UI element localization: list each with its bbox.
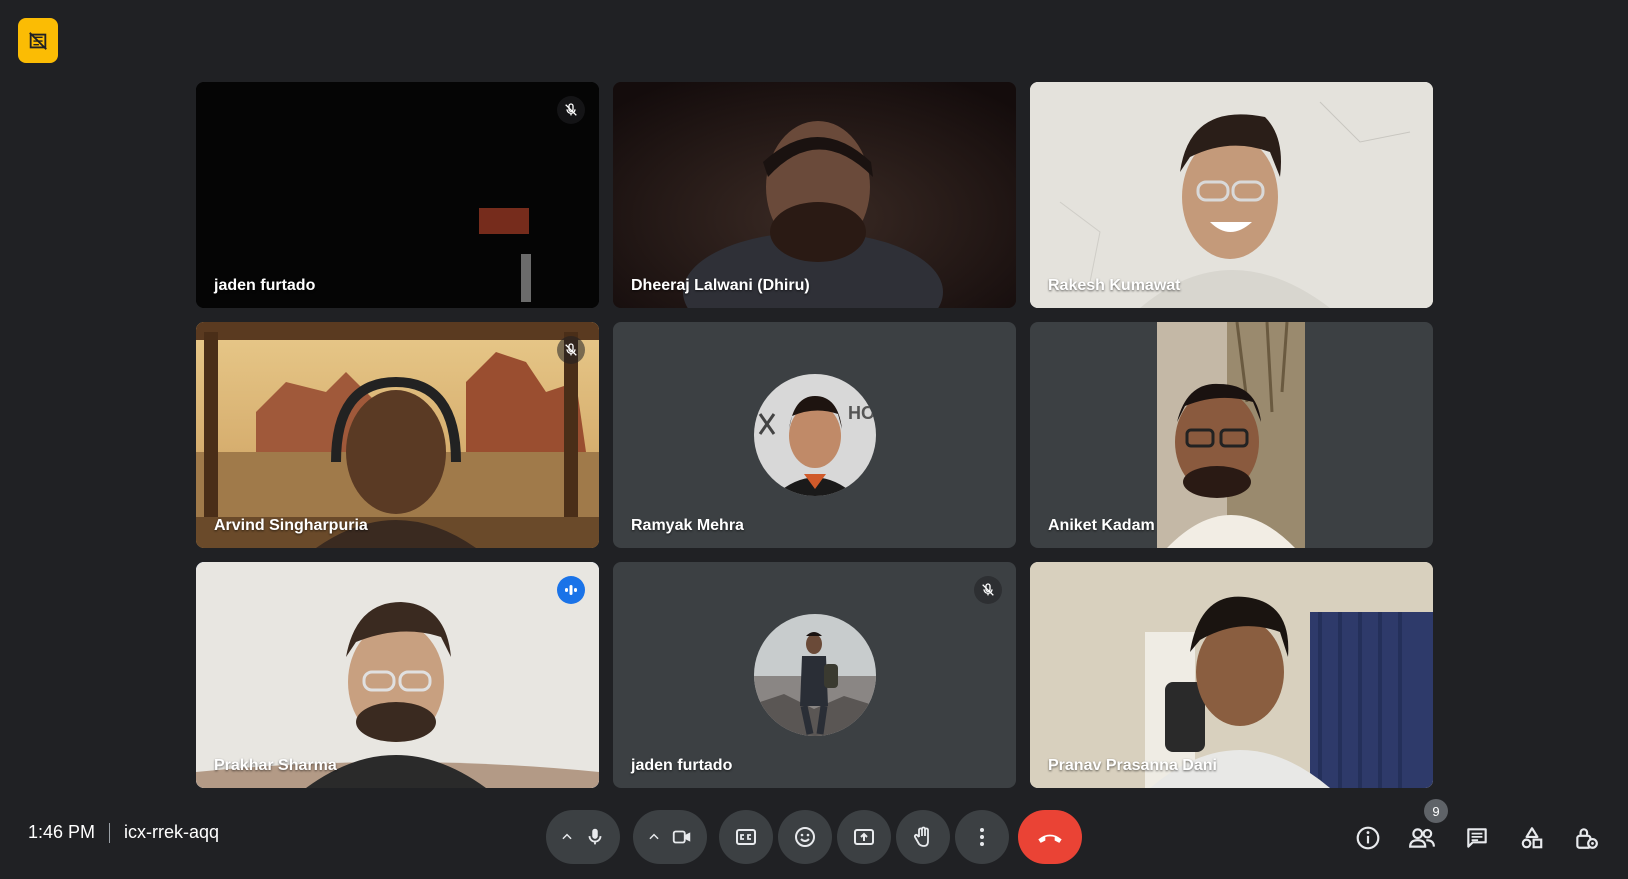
participant-tile[interactable]: Pranav Prasanna Dani xyxy=(1030,562,1433,788)
camera-control xyxy=(633,810,707,864)
video-feed xyxy=(1030,82,1433,308)
present-screen-icon xyxy=(854,829,874,845)
mic-off-icon xyxy=(565,343,577,356)
participant-tile[interactable]: jaden furtado xyxy=(613,562,1016,788)
participant-tile[interactable]: Rakesh Kumawat xyxy=(1030,82,1433,308)
mic-off-icon xyxy=(982,583,994,596)
host-lock-icon xyxy=(1576,828,1598,849)
participant-name: Ramyak Mehra xyxy=(631,517,744,534)
participant-name: Pranav Prasanna Dani xyxy=(1048,757,1217,774)
mic-off-icon xyxy=(565,103,577,116)
mic-muted-indicator xyxy=(557,336,585,364)
avatar xyxy=(753,614,876,736)
more-options-button[interactable] xyxy=(955,810,1009,864)
avatar-image xyxy=(753,614,876,736)
chevron-up-icon[interactable] xyxy=(647,830,661,844)
info-icon xyxy=(1356,826,1380,850)
clock: 1:46 PM xyxy=(28,822,96,842)
emoji-icon xyxy=(795,827,815,847)
participant-name: Arvind Singharpuria xyxy=(214,517,368,534)
avatar: HO xyxy=(753,374,876,496)
speaking-indicator xyxy=(557,576,585,604)
meeting-details: 1:46 PM icx-rrek-aqq xyxy=(28,822,219,843)
mic-muted-indicator xyxy=(974,576,1002,604)
video-feed xyxy=(196,322,599,548)
people-icon xyxy=(1409,828,1435,848)
video-feed xyxy=(1030,562,1433,788)
participant-tile[interactable]: Aniket Kadam xyxy=(1030,322,1433,548)
activities-shapes-icon xyxy=(1521,827,1543,849)
participant-tile[interactable]: Dheeraj Lalwani (Dhiru) xyxy=(613,82,1016,308)
raise-hand-icon xyxy=(913,826,929,847)
emoji-button[interactable] xyxy=(778,810,832,864)
video-camera-icon[interactable] xyxy=(671,826,693,848)
call-end-icon xyxy=(1038,834,1062,843)
mic-icon[interactable] xyxy=(584,826,606,848)
participant-tile[interactable]: HO Ramyak Mehra xyxy=(613,322,1016,548)
raise-hand-button[interactable] xyxy=(896,810,950,864)
participant-name: Prakhar Sharma xyxy=(214,757,337,774)
participant-tile-active-speaker[interactable]: Prakhar Sharma xyxy=(196,562,599,788)
video-feed xyxy=(196,82,599,308)
mic-control xyxy=(546,810,620,864)
video-feed xyxy=(196,562,599,788)
audio-wave-icon xyxy=(565,585,577,595)
meeting-info-button[interactable] xyxy=(1346,816,1390,860)
chat-button[interactable] xyxy=(1455,816,1499,860)
more-vert-icon xyxy=(980,828,984,846)
video-feed xyxy=(1157,322,1305,548)
host-controls-button[interactable] xyxy=(1564,816,1608,860)
participant-name: Aniket Kadam xyxy=(1048,517,1155,534)
mic-muted-indicator xyxy=(557,96,585,124)
activities-button[interactable] xyxy=(1510,816,1554,860)
participant-name: Rakesh Kumawat xyxy=(1048,277,1181,294)
participant-name: jaden furtado xyxy=(214,277,316,294)
svg-text:HO: HO xyxy=(848,403,875,423)
no-video-file-icon xyxy=(29,31,47,50)
video-feed xyxy=(613,82,1016,308)
captions-button[interactable] xyxy=(719,810,773,864)
participant-name: Dheeraj Lalwani (Dhiru) xyxy=(631,277,810,294)
participant-tile[interactable]: Arvind Singharpuria xyxy=(196,322,599,548)
participant-count-badge: 9 xyxy=(1424,799,1448,823)
recording-disabled-badge[interactable] xyxy=(18,18,58,63)
participant-tile[interactable]: jaden furtado xyxy=(196,82,599,308)
meeting-code: icx-rrek-aqq xyxy=(124,822,220,842)
leave-call-button[interactable] xyxy=(1018,810,1082,864)
closed-captions-icon xyxy=(736,829,756,845)
participant-name: jaden furtado xyxy=(631,757,733,774)
chat-icon xyxy=(1467,828,1487,848)
present-screen-button[interactable] xyxy=(837,810,891,864)
divider xyxy=(109,822,111,843)
avatar-image: HO xyxy=(753,374,876,496)
chevron-up-icon[interactable] xyxy=(560,830,574,844)
